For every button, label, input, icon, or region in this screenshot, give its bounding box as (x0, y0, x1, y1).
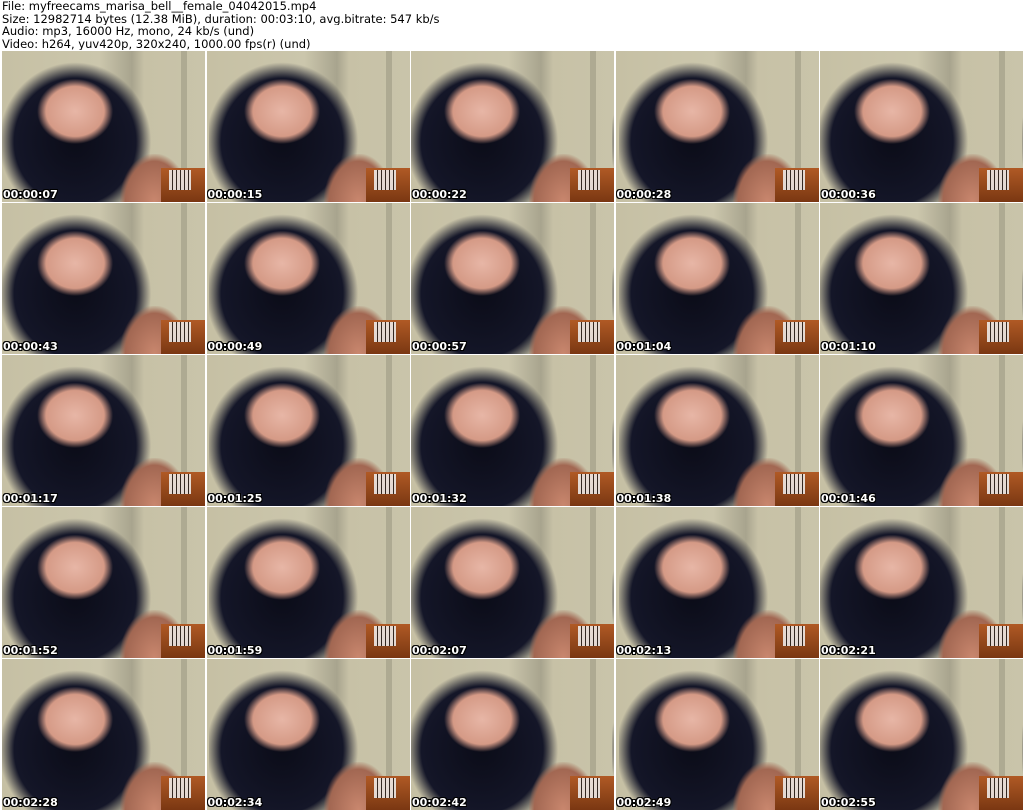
frame-timestamp: 00:02:34 (207, 796, 263, 809)
background-keyboard (578, 322, 600, 342)
background-keyboard (578, 474, 600, 494)
background-keyboard (987, 322, 1009, 342)
background-keyboard (169, 170, 191, 190)
video-frame-thumbnail: 00:02:42 (411, 659, 614, 810)
background-keyboard (782, 474, 805, 494)
background-keyboard (169, 474, 191, 494)
frame-timestamp: 00:01:10 (821, 340, 876, 353)
frame-timestamp: 00:02:21 (821, 644, 876, 657)
background-keyboard (782, 322, 805, 342)
frame-timestamp: 00:01:38 (616, 492, 672, 505)
video-frame-thumbnail: 00:00:36 (820, 51, 1023, 202)
video-info-line: Video: h264, yuv420p, 320x240, 1000.00 f… (2, 37, 311, 50)
frame-timestamp: 00:01:59 (207, 644, 263, 657)
video-frame-thumbnail: 00:00:43 (2, 203, 205, 354)
video-frame-thumbnail: 00:01:32 (411, 355, 614, 506)
file-size-line: Size: 12982714 bytes (12.38 MiB), durati… (2, 12, 440, 25)
background-keyboard (987, 778, 1009, 798)
background-keyboard (578, 778, 600, 798)
background-keyboard (782, 778, 805, 798)
video-frame-thumbnail: 00:02:55 (820, 659, 1023, 810)
video-frame-thumbnail: 00:00:49 (206, 203, 410, 354)
background-keyboard (169, 626, 191, 646)
frame-timestamp: 00:00:28 (616, 188, 672, 201)
frame-timestamp: 00:01:32 (412, 492, 467, 505)
frame-timestamp: 00:00:36 (821, 188, 876, 201)
file-name-line: File: myfreecams_marisa_bell__female_040… (2, 0, 317, 13)
video-frame-thumbnail: 00:02:13 (615, 507, 819, 658)
video-frame-thumbnail: 00:01:10 (820, 203, 1023, 354)
frame-timestamp: 00:01:25 (207, 492, 263, 505)
background-keyboard (373, 322, 396, 342)
thumbnail-grid: 00:00:07 00:00:15 00:00:22 00:00:28 00:00:36… (2, 51, 1023, 811)
background-keyboard (987, 170, 1009, 190)
background-keyboard (782, 170, 805, 190)
frame-timestamp: 00:02:42 (412, 796, 467, 809)
audio-info-line: Audio: mp3, 16000 Hz, mono, 24 kb/s (und… (2, 25, 255, 38)
video-frame-thumbnail: 00:02:49 (615, 659, 819, 810)
video-frame-thumbnail: 00:00:22 (411, 51, 614, 202)
background-keyboard (373, 474, 396, 494)
frame-timestamp: 00:00:43 (3, 340, 58, 353)
video-frame-thumbnail: 00:01:52 (2, 507, 205, 658)
background-keyboard (578, 170, 600, 190)
frame-timestamp: 00:02:28 (3, 796, 58, 809)
background-keyboard (373, 170, 396, 190)
frame-timestamp: 00:01:04 (616, 340, 672, 353)
video-frame-thumbnail: 00:01:04 (615, 203, 819, 354)
video-frame-thumbnail: 00:00:28 (615, 51, 819, 202)
video-frame-thumbnail: 00:02:34 (206, 659, 410, 810)
video-frame-thumbnail: 00:02:07 (411, 507, 614, 658)
video-frame-thumbnail: 00:01:17 (2, 355, 205, 506)
video-frame-thumbnail: 00:01:59 (206, 507, 410, 658)
video-frame-thumbnail: 00:02:28 (2, 659, 205, 810)
file-info-header: File: myfreecams_marisa_bell__female_040… (0, 0, 1024, 50)
video-frame-thumbnail: 00:01:38 (615, 355, 819, 506)
frame-timestamp: 00:01:52 (3, 644, 58, 657)
frame-timestamp: 00:00:07 (3, 188, 58, 201)
frame-timestamp: 00:00:49 (207, 340, 263, 353)
background-keyboard (987, 474, 1009, 494)
background-keyboard (169, 322, 191, 342)
background-keyboard (373, 778, 396, 798)
frame-timestamp: 00:00:15 (207, 188, 263, 201)
video-frame-thumbnail: 00:00:57 (411, 203, 614, 354)
background-keyboard (373, 626, 396, 646)
frame-timestamp: 00:02:13 (616, 644, 672, 657)
frame-timestamp: 00:01:46 (821, 492, 876, 505)
frame-timestamp: 00:02:49 (616, 796, 672, 809)
frame-timestamp: 00:01:17 (3, 492, 58, 505)
video-frame-thumbnail: 00:01:46 (820, 355, 1023, 506)
video-frame-thumbnail: 00:01:25 (206, 355, 410, 506)
frame-timestamp: 00:02:55 (821, 796, 876, 809)
background-keyboard (578, 626, 600, 646)
frame-timestamp: 00:00:57 (412, 340, 467, 353)
background-keyboard (169, 778, 191, 798)
background-keyboard (782, 626, 805, 646)
background-keyboard (987, 626, 1009, 646)
frame-timestamp: 00:00:22 (412, 188, 467, 201)
video-frame-thumbnail: 00:00:15 (206, 51, 410, 202)
frame-timestamp: 00:02:07 (412, 644, 467, 657)
video-frame-thumbnail: 00:00:07 (2, 51, 205, 202)
video-frame-thumbnail: 00:02:21 (820, 507, 1023, 658)
